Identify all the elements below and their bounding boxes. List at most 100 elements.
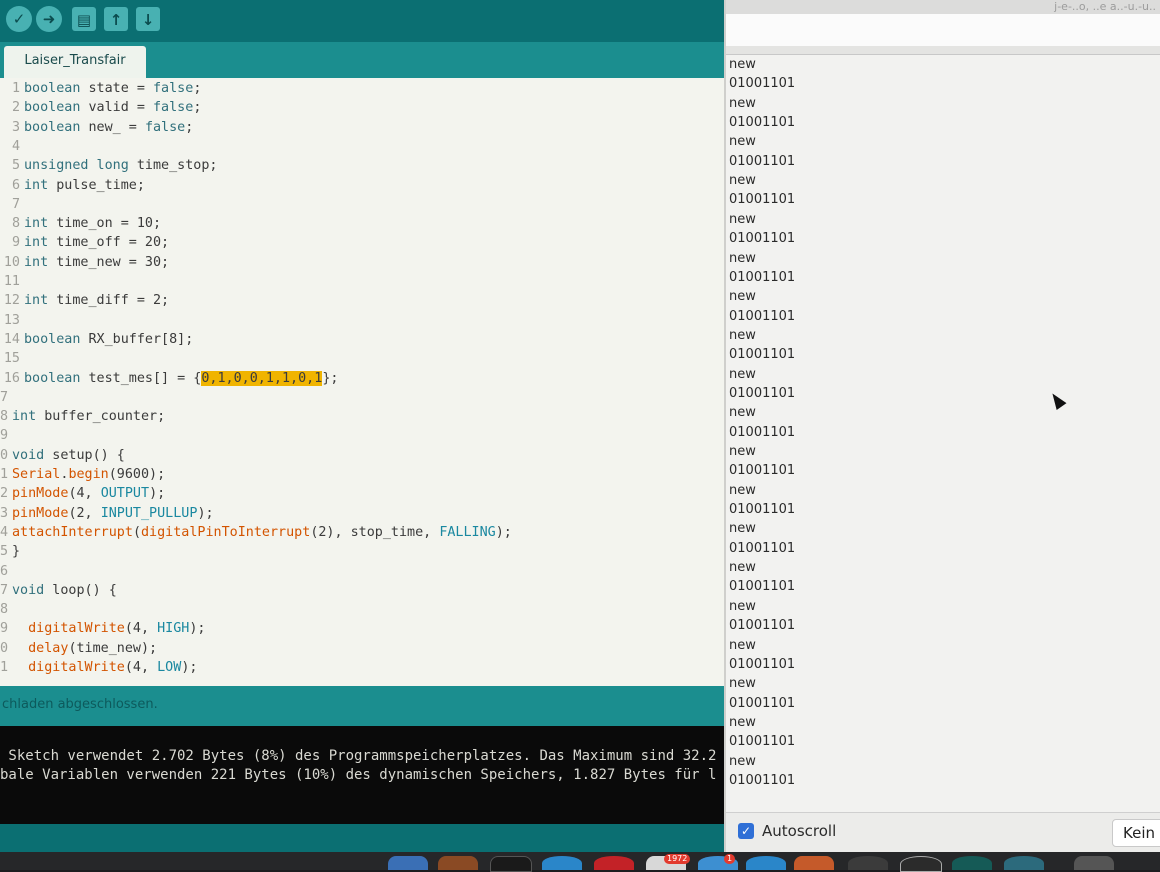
serial-output-line: 01001101	[729, 192, 796, 208]
code-token: int	[24, 254, 49, 270]
dock-app-icon[interactable]	[438, 856, 478, 870]
code-token: delay	[28, 640, 69, 656]
code-token: buffer_counter;	[36, 409, 166, 425]
code-token: FALLING	[439, 524, 496, 540]
code-token: begin	[68, 467, 109, 482]
code-line[interactable]: 8 int time_on = 10;	[0, 214, 161, 233]
code-line[interactable]: 13	[0, 311, 24, 330]
code-line[interactable]: 11	[0, 272, 24, 291]
serial-send-input[interactable]	[726, 14, 1160, 47]
dock-finder-icon[interactable]	[388, 856, 428, 870]
code-line[interactable]: 4 attachInterrupt(digitalPinToInterrupt(2…	[0, 523, 512, 542]
serial-output-line: 01001101	[729, 115, 796, 131]
code-line[interactable]: 16 boolean test_mes[] = {0,1,0,0,1,1,0,1}…	[0, 369, 338, 388]
code-line[interactable]: 6 int pulse_time;	[0, 176, 145, 195]
code-token: pulse_time;	[48, 177, 145, 193]
code-line[interactable]: 15	[0, 349, 24, 368]
line-number: 8	[0, 602, 9, 618]
code-line[interactable]: 8	[0, 600, 12, 619]
serial-output-line: new	[729, 289, 756, 305]
line-number: 11	[3, 274, 20, 289]
dock-trash-icon[interactable]	[1074, 856, 1114, 870]
save-icon[interactable]: ↓	[136, 7, 160, 31]
serial-output-line: new	[729, 444, 756, 459]
code-line[interactable]: 1 Serial.begin(9600);	[0, 465, 165, 484]
autoscroll-label[interactable]: Autoscroll	[762, 822, 836, 840]
code-line[interactable]: 7	[0, 195, 24, 214]
serial-output-line: 01001101	[729, 424, 796, 440]
code-token: void	[12, 582, 45, 598]
code-token: new_ =	[80, 119, 145, 135]
code-token: );	[197, 505, 214, 521]
code-token: int	[24, 177, 49, 193]
compiler-console: Sketch verwendet 2.702 Bytes (8%) des Pr…	[0, 726, 724, 824]
dock-calendar-icon[interactable]: 1972	[646, 854, 691, 870]
new-sketch-icon[interactable]: ▤	[72, 7, 96, 31]
serial-output[interactable]: new 01001101 new 01001101 new 01001101 new 0100…	[726, 55, 1160, 812]
badge: 1972	[664, 854, 691, 864]
code-token: );	[189, 621, 206, 637]
dock-app-icon[interactable]	[746, 856, 786, 870]
code-editor[interactable]: 1 boolean state = false; 2 boolean valid = …	[0, 78, 724, 686]
code-line[interactable]: 3 boolean new_ = false;	[0, 118, 193, 137]
code-token: void	[12, 447, 45, 463]
code-line[interactable]: 5 unsigned long time_stop;	[0, 156, 218, 175]
code-line[interactable]: 7 void loop() {	[0, 581, 117, 600]
dock-app-icon[interactable]: 1	[698, 854, 738, 870]
upload-icon[interactable]: ➜	[36, 6, 62, 32]
dock-arduino-icon[interactable]	[952, 856, 992, 870]
line-ending-select[interactable]: Kein	[1112, 819, 1160, 847]
dock-app-icon[interactable]	[848, 856, 888, 870]
code-line[interactable]: 7	[0, 388, 12, 407]
code-line[interactable]: 0 delay(time_new);	[0, 639, 157, 658]
open-icon[interactable]: ↑	[104, 7, 128, 31]
code-line[interactable]: 3 pinMode(2, INPUT_PULLUP);	[0, 504, 214, 523]
code-line[interactable]: 10 int time_new = 30;	[0, 253, 169, 272]
code-line[interactable]: 9 int time_off = 20;	[0, 233, 169, 252]
line-number: 4	[11, 138, 20, 154]
code-line[interactable]: 9 digitalWrite(4, HIGH);	[0, 619, 206, 638]
dock-app-icon[interactable]	[794, 856, 834, 870]
code-line[interactable]: 4	[0, 137, 24, 156]
line-number: 1	[0, 660, 9, 675]
code-line[interactable]: 9	[0, 426, 12, 445]
serial-monitor-title-bar: j-e-..o, ..e a..-u.-u..	[726, 0, 1160, 14]
code-line[interactable]: 1 boolean state = false;	[0, 79, 201, 98]
verify-icon[interactable]: ✓	[6, 6, 32, 32]
code-line[interactable]: 8 int buffer_counter;	[0, 407, 165, 426]
line-number: 15	[3, 351, 20, 367]
line-number: 12	[3, 293, 20, 309]
code-token: (2,	[68, 505, 101, 521]
serial-output-line: 01001101	[729, 463, 796, 479]
code-line[interactable]: 2 boolean valid = false;	[0, 98, 201, 117]
line-number: 10	[3, 254, 20, 270]
code-token: ;	[193, 100, 202, 116]
code-token: boolean	[24, 370, 81, 386]
serial-output-line: new	[729, 676, 756, 692]
dock-app-icon[interactable]	[594, 856, 634, 870]
code-token: attachInterrupt	[12, 524, 133, 540]
code-line[interactable]: 12 int time_diff = 2;	[0, 291, 169, 310]
code-line[interactable]: 5}	[0, 542, 20, 561]
tab-laiser-transfair[interactable]: Laiser_Transfair	[4, 46, 146, 78]
code-token: OUTPUT	[100, 486, 150, 502]
serial-output-line: 01001101	[729, 76, 796, 92]
serial-output-line: new	[729, 57, 756, 72]
dock-safari-icon[interactable]	[542, 856, 582, 870]
dock-app-icon[interactable]	[1004, 856, 1044, 870]
code-token: boolean	[24, 119, 81, 135]
serial-output-line: new	[729, 134, 756, 150]
autoscroll-checkbox-icon[interactable]: ✓	[738, 823, 754, 839]
serial-output-line: new	[729, 173, 756, 189]
code-token: (2), stop_time,	[310, 524, 440, 540]
code-line[interactable]: 0 void setup() {	[0, 446, 125, 465]
code-line[interactable]: 2 pinMode(4, OUTPUT);	[0, 484, 165, 503]
dock: 1972 1	[0, 852, 1160, 872]
code-token: time_on = 10;	[48, 216, 162, 232]
code-line[interactable]: 14 boolean RX_buffer[8];	[0, 330, 193, 349]
code-line[interactable]: 1 digitalWrite(4, LOW);	[0, 658, 197, 677]
code-line[interactable]: 6	[0, 562, 12, 581]
serial-output-line: new	[729, 211, 756, 227]
